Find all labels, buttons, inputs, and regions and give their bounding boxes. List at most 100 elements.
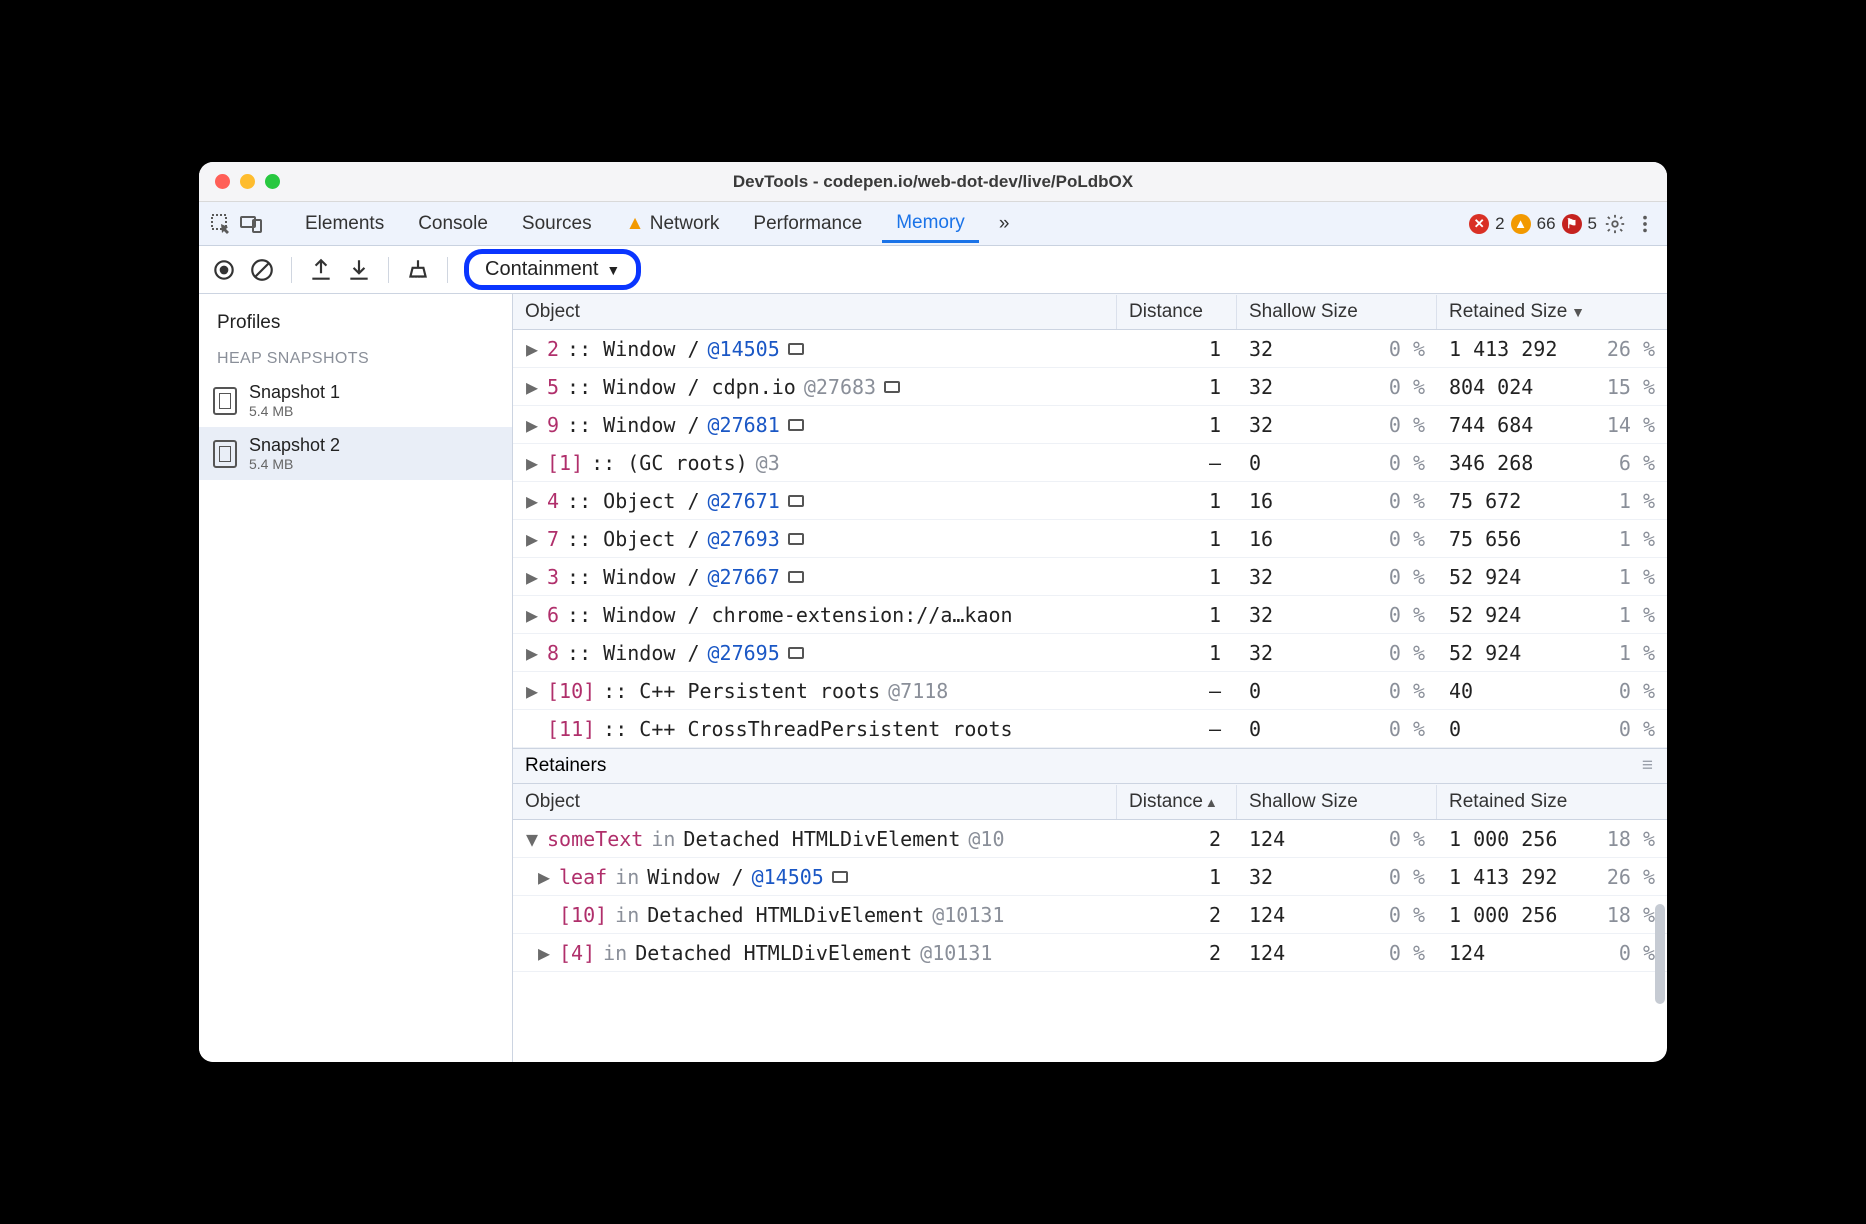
row-link[interactable]: @14505 [708, 337, 780, 361]
col-object[interactable]: Object [513, 785, 1117, 819]
snapshot-item[interactable]: Snapshot 2 5.4 MB [199, 427, 512, 480]
row-distance: 2 [1117, 937, 1237, 969]
row-shallow: 32 [1249, 337, 1273, 361]
row-retained-pct: 18 % [1605, 827, 1655, 851]
row-retained: 1 413 292 [1449, 865, 1557, 889]
col-distance[interactable]: Distance [1117, 785, 1237, 819]
row-index: 2 [547, 337, 559, 361]
preview-icon[interactable] [788, 647, 804, 659]
table-row[interactable]: ▶ 8 :: Window / @27695 1 320 % 52 9241 % [513, 634, 1667, 672]
preview-icon[interactable] [788, 495, 804, 507]
close-icon[interactable] [215, 174, 230, 189]
disclosure-triangle-icon[interactable]: ▶ [525, 565, 539, 589]
tab-network[interactable]: ▲ Network [612, 205, 734, 243]
device-icon[interactable] [239, 212, 263, 236]
preview-icon[interactable] [832, 871, 848, 883]
error-count[interactable]: ✕ 2 [1469, 214, 1504, 234]
traffic-lights [215, 174, 280, 189]
tab-memory[interactable]: Memory [882, 204, 979, 243]
pane-menu-icon[interactable]: ≡ [1642, 755, 1655, 777]
row-object: :: Window / [567, 337, 699, 361]
table-row[interactable]: ▶ [1] :: (GC roots) @3 – 00 % 346 2686 % [513, 444, 1667, 482]
disclosure-triangle-icon[interactable]: ▼ [525, 827, 539, 851]
preview-icon[interactable] [788, 533, 804, 545]
row-link[interactable]: @14505 [752, 865, 824, 889]
tab-performance[interactable]: Performance [739, 205, 876, 243]
row-link[interactable]: @27681 [708, 413, 780, 437]
col-shallow[interactable]: Shallow Size [1237, 785, 1437, 819]
row-object: :: C++ CrossThreadPersistent roots [603, 717, 1012, 741]
table-row[interactable]: ▶ 9 :: Window / @27681 1 320 % 744 68414… [513, 406, 1667, 444]
table-row[interactable]: [11] :: C++ CrossThreadPersistent roots … [513, 710, 1667, 748]
more-icon[interactable] [1633, 212, 1657, 236]
retainers-header: Object Distance Shallow Size Retained Si… [513, 784, 1667, 820]
table-row[interactable]: ▶ [10] :: C++ Persistent roots @7118 – 0… [513, 672, 1667, 710]
preview-icon[interactable] [788, 419, 804, 431]
perspective-dropdown-label: Containment [485, 258, 598, 281]
disclosure-triangle-icon[interactable]: ▶ [525, 641, 539, 665]
row-link[interactable]: @27667 [708, 565, 780, 589]
tabs-overflow[interactable]: » [985, 205, 1024, 243]
row-link[interactable]: @27671 [708, 489, 780, 513]
table-row[interactable]: ▶ leaf in Window / @14505 1 320 % 1 413 … [513, 858, 1667, 896]
disclosure-triangle-icon[interactable]: ▶ [537, 941, 551, 965]
gc-broom-icon[interactable] [405, 257, 431, 283]
row-retained-pct: 26 % [1605, 865, 1655, 889]
disclosure-triangle-icon[interactable]: ▶ [525, 603, 539, 627]
table-row[interactable]: ▼ someText in Detached HTMLDivElement @1… [513, 820, 1667, 858]
col-distance[interactable]: Distance [1117, 295, 1237, 329]
preview-icon[interactable] [788, 571, 804, 583]
row-retained: 1 000 256 [1449, 827, 1557, 851]
col-shallow[interactable]: Shallow Size [1237, 295, 1437, 329]
inspect-icon[interactable] [209, 212, 233, 236]
table-row[interactable]: ▶ 2 :: Window / @14505 1 320 % 1 413 292… [513, 330, 1667, 368]
table-row[interactable]: ▶ [4] in Detached HTMLDivElement @10131 … [513, 934, 1667, 972]
row-retained: 75 656 [1449, 527, 1521, 551]
table-row[interactable]: ▶ 5 :: Window / cdpn.io @27683 1 320 % 8… [513, 368, 1667, 406]
row-retained: 744 684 [1449, 413, 1533, 437]
disclosure-triangle-icon[interactable]: ▶ [525, 527, 539, 551]
clear-icon[interactable] [249, 257, 275, 283]
row-shallow: 32 [1249, 865, 1273, 889]
error-icon: ✕ [1469, 214, 1489, 234]
row-retained: 75 672 [1449, 489, 1521, 513]
disclosure-triangle-icon[interactable]: ▶ [537, 865, 551, 889]
row-object: Window / [647, 865, 743, 889]
col-retained[interactable]: Retained Size [1437, 785, 1667, 819]
settings-icon[interactable] [1603, 212, 1627, 236]
row-distance: 1 [1117, 333, 1237, 365]
disclosure-triangle-icon[interactable]: ▶ [525, 337, 539, 361]
disclosure-triangle-icon[interactable]: ▶ [525, 413, 539, 437]
disclosure-triangle-icon[interactable]: ▶ [525, 489, 539, 513]
disclosure-triangle-icon[interactable]: ▶ [525, 375, 539, 399]
issue-count[interactable]: ⚑ 5 [1562, 214, 1597, 234]
col-object[interactable]: Object [513, 295, 1117, 329]
preview-icon[interactable] [788, 343, 804, 355]
import-icon[interactable] [346, 257, 372, 283]
maximize-icon[interactable] [265, 174, 280, 189]
table-row[interactable]: ▶ 3 :: Window / @27667 1 320 % 52 9241 % [513, 558, 1667, 596]
row-link[interactable]: @27693 [708, 527, 780, 551]
snapshot-item[interactable]: Snapshot 1 5.4 MB [199, 374, 512, 427]
perspective-dropdown[interactable]: Containment ▼ [464, 249, 641, 290]
table-row[interactable]: ▶ 6 :: Window / chrome-extension://a…kao… [513, 596, 1667, 634]
tab-elements[interactable]: Elements [291, 205, 398, 243]
table-row[interactable]: ▶ 4 :: Object / @27671 1 160 % 75 6721 % [513, 482, 1667, 520]
disclosure-triangle-icon[interactable]: ▶ [525, 451, 539, 475]
table-row[interactable]: [10] in Detached HTMLDivElement @10131 2… [513, 896, 1667, 934]
tab-sources[interactable]: Sources [508, 205, 606, 243]
row-shallow: 32 [1249, 565, 1273, 589]
row-shallow: 124 [1249, 941, 1285, 965]
sidebar-subtitle: HEAP SNAPSHOTS [199, 342, 512, 374]
tab-console[interactable]: Console [404, 205, 502, 243]
row-link[interactable]: @27695 [708, 641, 780, 665]
minimize-icon[interactable] [240, 174, 255, 189]
export-icon[interactable] [308, 257, 334, 283]
preview-icon[interactable] [884, 381, 900, 393]
record-icon[interactable] [211, 257, 237, 283]
table-row[interactable]: ▶ 7 :: Object / @27693 1 160 % 75 6561 % [513, 520, 1667, 558]
warning-count[interactable]: ▲ 66 [1511, 214, 1556, 234]
disclosure-triangle-icon[interactable]: ▶ [525, 679, 539, 703]
scrollbar-thumb[interactable] [1655, 904, 1665, 1004]
col-retained[interactable]: Retained Size [1437, 295, 1667, 329]
